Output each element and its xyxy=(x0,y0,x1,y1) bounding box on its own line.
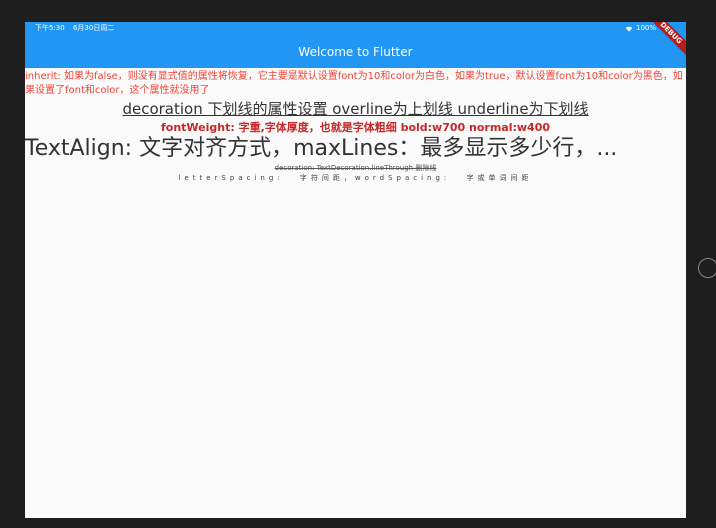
status-time: 下午5:30 xyxy=(35,24,65,32)
status-left: 下午5:30 6月30日周二 xyxy=(35,22,120,35)
text-align-text: TextAlign: 文字对齐方式，maxLines：最多显示多少行，... xyxy=(25,136,618,161)
spacing-text: letterSpacing: 字符间距，wordSpacing: 字或单词间距 xyxy=(178,174,533,182)
content-area: inherit: 如果为false，则没有显式值的属性将恢复，它主要是默认设置f… xyxy=(25,68,686,184)
battery-level: 100% xyxy=(635,24,656,32)
inherit-text: inherit: 如果为false，则没有显式值的属性将恢复，它主要是默认设置f… xyxy=(25,71,683,96)
line-through-text: decoration: TextDecoration.lineThrough 删… xyxy=(274,164,437,172)
status-bar: 下午5:30 6月30日周二 100% xyxy=(25,22,686,35)
app-bar-title: Welcome to Flutter xyxy=(298,45,413,59)
app-bar: 下午5:30 6月30日周二 100% Welcome to Flutter xyxy=(25,22,686,68)
wifi-icon xyxy=(625,26,633,32)
status-date: 6月30日周二 xyxy=(72,24,115,32)
home-button[interactable] xyxy=(698,258,716,278)
font-weight-text: fontWeight: 字重,字体厚度，也就是字体粗细 bold:w700 no… xyxy=(160,121,551,134)
device-screen: 下午5:30 6月30日周二 100% Welcome to Flutter D… xyxy=(25,22,686,518)
decoration-text: decoration 下划线的属性设置 overline为上划线 underli… xyxy=(122,100,589,118)
decoration-text-row: decoration 下划线的属性设置 overline为上划线 underli… xyxy=(25,99,686,119)
status-right: 100% xyxy=(625,22,656,35)
